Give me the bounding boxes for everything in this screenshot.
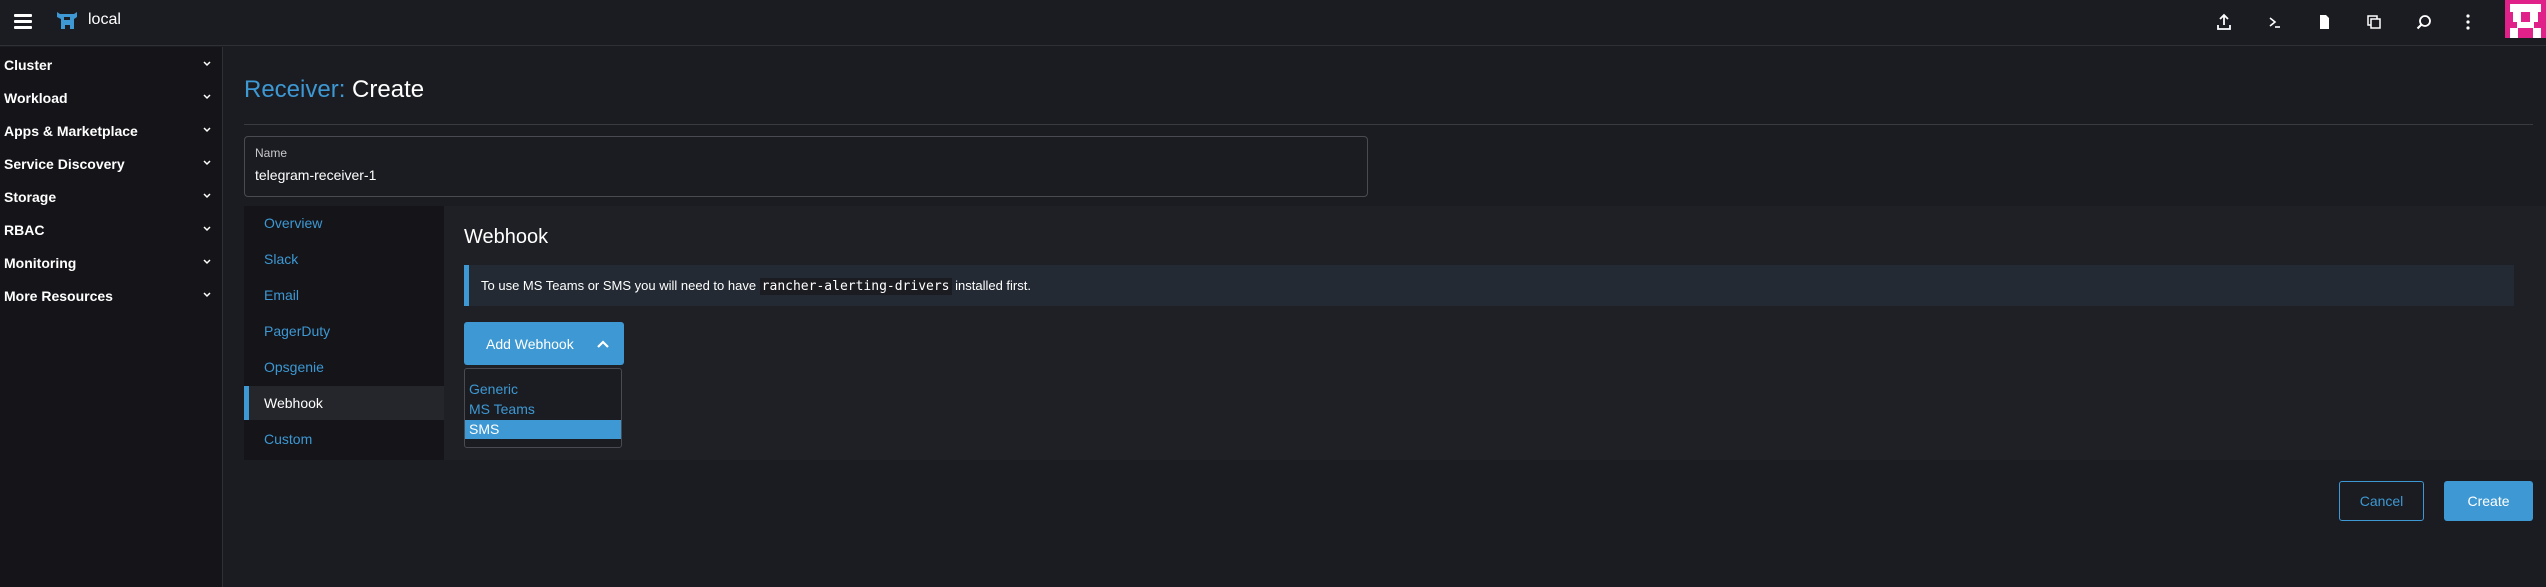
banner-text-before: To use MS Teams or SMS you will need to … [481, 278, 760, 293]
tab-email[interactable]: Email [244, 278, 444, 312]
sidebar-item-apps-marketplace[interactable]: Apps & Marketplace [0, 116, 222, 146]
sidebar-item-more-resources[interactable]: More Resources [0, 281, 222, 311]
kubeconfig-download-icon[interactable] [2311, 9, 2337, 35]
tab-pagerduty[interactable]: PagerDuty [244, 314, 444, 348]
cluster-logo-icon [57, 12, 77, 29]
section-title: Webhook [464, 226, 549, 248]
sidebar-item-label: Service Discovery [4, 156, 125, 172]
sidebar-item-storage[interactable]: Storage [0, 182, 222, 212]
create-button[interactable]: Create [2444, 481, 2533, 521]
add-webhook-label: Add Webhook [486, 336, 574, 352]
name-field[interactable]: Name [244, 136, 1368, 197]
dropdown-option-generic[interactable]: Generic [465, 380, 621, 399]
banner-text: To use MS Teams or SMS you will need to … [481, 278, 1031, 295]
page-title: Receiver: Create [244, 76, 424, 104]
name-field-label: Name [255, 146, 288, 160]
add-webhook-button[interactable]: Add Webhook [464, 322, 624, 365]
chevron-down-icon [203, 61, 211, 67]
sidebar-item-workload[interactable]: Workload [0, 83, 222, 113]
tab-webhook[interactable]: Webhook [244, 386, 444, 420]
sidebar-item-rbac[interactable]: RBAC [0, 215, 222, 245]
sidebar-item-monitoring[interactable]: Monitoring [0, 248, 222, 278]
copy-kubeconfig-icon[interactable] [2361, 9, 2387, 35]
search-icon[interactable] [2411, 9, 2437, 35]
banner-code: rancher-alerting-drivers [759, 278, 952, 295]
more-actions-icon[interactable] [2455, 9, 2481, 35]
user-avatar[interactable] [2505, 0, 2546, 38]
dropdown-option-ms-teams[interactable]: MS Teams [465, 400, 621, 419]
name-input[interactable] [255, 167, 1345, 183]
webhook-panel [444, 206, 2546, 460]
page-title-action: Create [352, 76, 425, 103]
chevron-down-icon [203, 127, 211, 133]
sidebar-item-label: Monitoring [4, 255, 77, 271]
chevron-down-icon [203, 226, 211, 232]
chevron-down-icon [203, 160, 211, 166]
receiver-tabs: Overview Slack Email PagerDuty Opsgenie … [244, 206, 444, 460]
chevron-down-icon [203, 94, 211, 100]
chevron-up-icon[interactable] [595, 336, 611, 352]
sidebar-item-label: Apps & Marketplace [4, 123, 138, 139]
sidebar-item-label: More Resources [4, 288, 113, 304]
cluster-name[interactable]: local [88, 11, 121, 29]
banner-text-after: installed first. [951, 278, 1031, 293]
kubectl-shell-icon[interactable] [2262, 9, 2288, 35]
sidebar-item-label: Workload [4, 90, 68, 106]
menu-icon[interactable] [12, 11, 34, 33]
chevron-down-icon [203, 292, 211, 298]
sidebar-item-cluster[interactable]: Cluster [0, 50, 222, 80]
sidebar-item-service-discovery[interactable]: Service Discovery [0, 149, 222, 179]
webhook-type-dropdown: Generic MS Teams SMS [464, 368, 622, 448]
chevron-down-icon [203, 193, 211, 199]
title-divider [244, 124, 2533, 125]
import-yaml-icon[interactable] [2211, 9, 2237, 35]
dropdown-option-sms[interactable]: SMS [465, 420, 621, 439]
cancel-button[interactable]: Cancel [2339, 481, 2424, 521]
tab-slack[interactable]: Slack [244, 242, 444, 276]
sidebar-item-label: RBAC [4, 222, 45, 238]
top-header: local [0, 0, 2546, 46]
sidebar-item-label: Cluster [4, 57, 53, 73]
sidebar-item-label: Storage [4, 189, 57, 205]
page-title-prefix[interactable]: Receiver: [244, 76, 345, 103]
tab-opsgenie[interactable]: Opsgenie [244, 350, 444, 384]
tab-overview[interactable]: Overview [244, 206, 444, 240]
sidebar-nav: Cluster Workload Apps & Marketplace Serv… [0, 47, 223, 587]
info-banner: To use MS Teams or SMS you will need to … [464, 265, 2514, 306]
chevron-down-icon [203, 259, 211, 265]
tab-custom[interactable]: Custom [244, 422, 444, 456]
